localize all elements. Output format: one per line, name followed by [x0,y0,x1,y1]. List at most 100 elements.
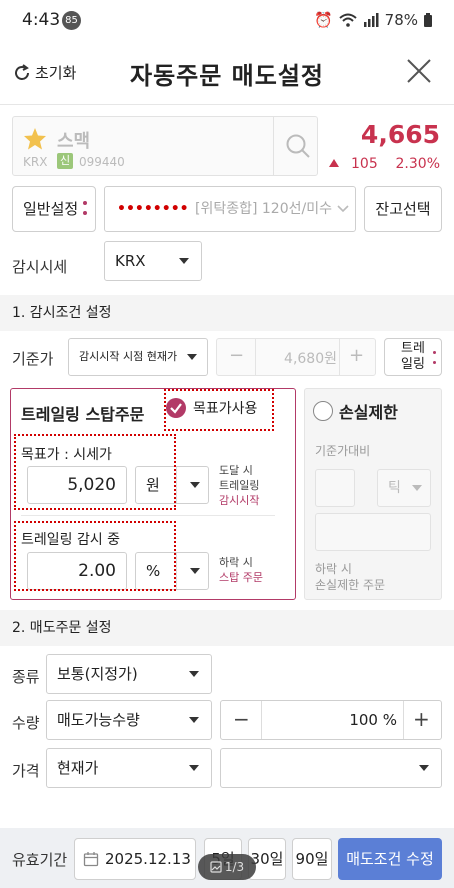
general-settings-button[interactable]: 일반설정 [12,186,96,232]
watch-desc-text: 스탑 주문 [219,571,263,584]
monitor-price-value: KRX [115,252,146,270]
page-title: 자동주문 매도설정 [130,62,324,90]
page-header: 초기화 자동주문 매도설정 [0,44,454,102]
quantity-plus-button[interactable]: + [413,707,430,731]
calendar-icon [83,852,99,867]
stop-loss-value-input [315,469,355,507]
base-price-minus-button: − [229,345,245,366]
target-description: 도달 시 트레일링 감시시작 [219,463,259,508]
valid-period-label: 유효기간 [12,851,68,869]
stop-loss-description: 하락 시 손실제한 주문 [315,561,385,593]
status-time: 4:43 [22,10,61,30]
price-change: 105 [351,156,378,172]
section-monitor-conditions: 1. 감시조건 설정 [0,295,454,331]
alarm-icon: ⏰ [313,11,333,29]
caret-down-icon [190,568,200,574]
trailing-watch-description: 하락 시 스탑 주문 [219,555,263,585]
base-price-value: 4,680원 [284,351,337,367]
trailing-button-line1: 트레 [401,341,425,356]
stop-loss-title: 손실제한 [339,403,398,422]
trailing-button-line2: 일링 [401,357,425,372]
stock-code: 099440 [79,155,125,169]
signal-icon [363,13,379,27]
divider [273,117,274,175]
radio-circle-icon [313,401,333,421]
quantity-label: 수량 [12,714,40,732]
order-type-select[interactable]: 보통(지정가) [46,654,212,694]
stop-loss-desc-line1: 하락 시 [315,562,352,576]
trailing-button[interactable]: 트레 일링 [384,338,442,376]
dot-icon [433,361,436,364]
order-type-value: 보통(지정가) [57,665,138,683]
watch-desc-line2: 스탑 주문 [219,570,263,585]
star-icon[interactable] [23,127,47,151]
valid-date-value: 2025.12.13 [105,850,191,868]
image-icon [210,861,222,873]
divider [176,467,177,503]
caret-down-icon [190,482,200,488]
price-label: 가격 [12,762,40,780]
caret-down-icon [179,258,189,264]
account-select[interactable]: •••••••• [위탁종합] 120선/미수 [104,186,356,232]
price-type-value: 현재가 [57,759,99,777]
status-bar: 4:43 85 ⏰ 78% [0,0,454,40]
section-sell-order: 2. 매도주문 설정 [0,610,454,646]
close-icon[interactable] [406,58,432,84]
annotation-trailing-watch [14,521,176,591]
caret-down-icon [419,765,429,771]
annotation-target-price [14,434,176,510]
chevron-down-icon [337,205,349,213]
stop-loss-unit-select: 틱 [377,469,431,507]
stock-market: KRX [23,155,48,169]
notification-count-badge: 85 [62,11,81,30]
quantity-value[interactable]: 100 % [271,711,397,729]
watch-desc-line1: 하락 시 [219,556,253,569]
page-indicator-text: 1/3 [224,860,245,874]
quantity-minus-button[interactable]: − [233,707,250,731]
divider [403,701,404,739]
monitor-price-select[interactable]: KRX [104,241,202,281]
dot-icon [83,211,87,215]
base-price-label: 기준가 [12,350,54,368]
target-desc-line2: 트레일링 [219,479,260,492]
stock-selector[interactable]: 스맥 KRX 신 099440 [12,116,318,176]
account-description: [위탁종합] 120선/미수 [195,201,332,217]
balance-select-button[interactable]: 잔고선택 [364,186,442,232]
monitor-price-label: 감시시세 [12,258,68,276]
valid-date-field[interactable]: 2025.12.13 [74,838,196,880]
battery-icon [424,13,432,27]
base-price-select[interactable]: 감시시작 시점 현재가 [68,338,208,376]
price-change-pct: 2.30% [395,156,440,172]
wifi-icon [338,13,357,27]
submit-sell-condition-button[interactable]: 매도조건 수정 [338,838,442,880]
stop-loss-unit-value: 틱 [388,480,401,496]
caret-down-icon [189,671,199,677]
quantity-type-value: 매도가능수량 [57,711,140,729]
stop-loss-base-label: 기준가대비 [315,444,371,458]
price-value-select[interactable] [220,748,442,788]
quantity-stepper: − 100 % + [220,700,442,740]
stop-loss-desc-line2: 손실제한 주문 [315,578,386,592]
target-desc-line3: 감시시작 [219,494,260,507]
up-arrow-icon [329,159,339,167]
price-type-select[interactable]: 현재가 [46,748,212,788]
caret-down-icon [187,354,197,360]
divider [339,339,340,375]
caret-down-icon [412,485,422,491]
quantity-type-select[interactable]: 매도가능수량 [46,700,212,740]
battery-percent: 78% [384,11,418,29]
divider [21,515,275,516]
caret-down-icon [189,717,199,723]
order-type-label: 종류 [12,668,40,686]
general-settings-label: 일반설정 [23,200,79,218]
search-icon[interactable] [285,133,311,159]
stock-name: 스맥 [57,131,91,152]
divider [261,701,262,739]
divider [255,339,256,375]
base-price-stepper: − 4,680원 + [216,338,376,376]
base-price-select-value: 감시시작 시점 현재가 [79,350,178,363]
annotation-target-use [164,389,274,431]
stop-loss-radio[interactable]: 손실제한 [313,399,398,423]
stop-loss-panel: 손실제한 기준가대비 틱 하락 시 손실제한 주문 [304,388,442,600]
period-90-days-button[interactable]: 90일 [292,838,332,880]
